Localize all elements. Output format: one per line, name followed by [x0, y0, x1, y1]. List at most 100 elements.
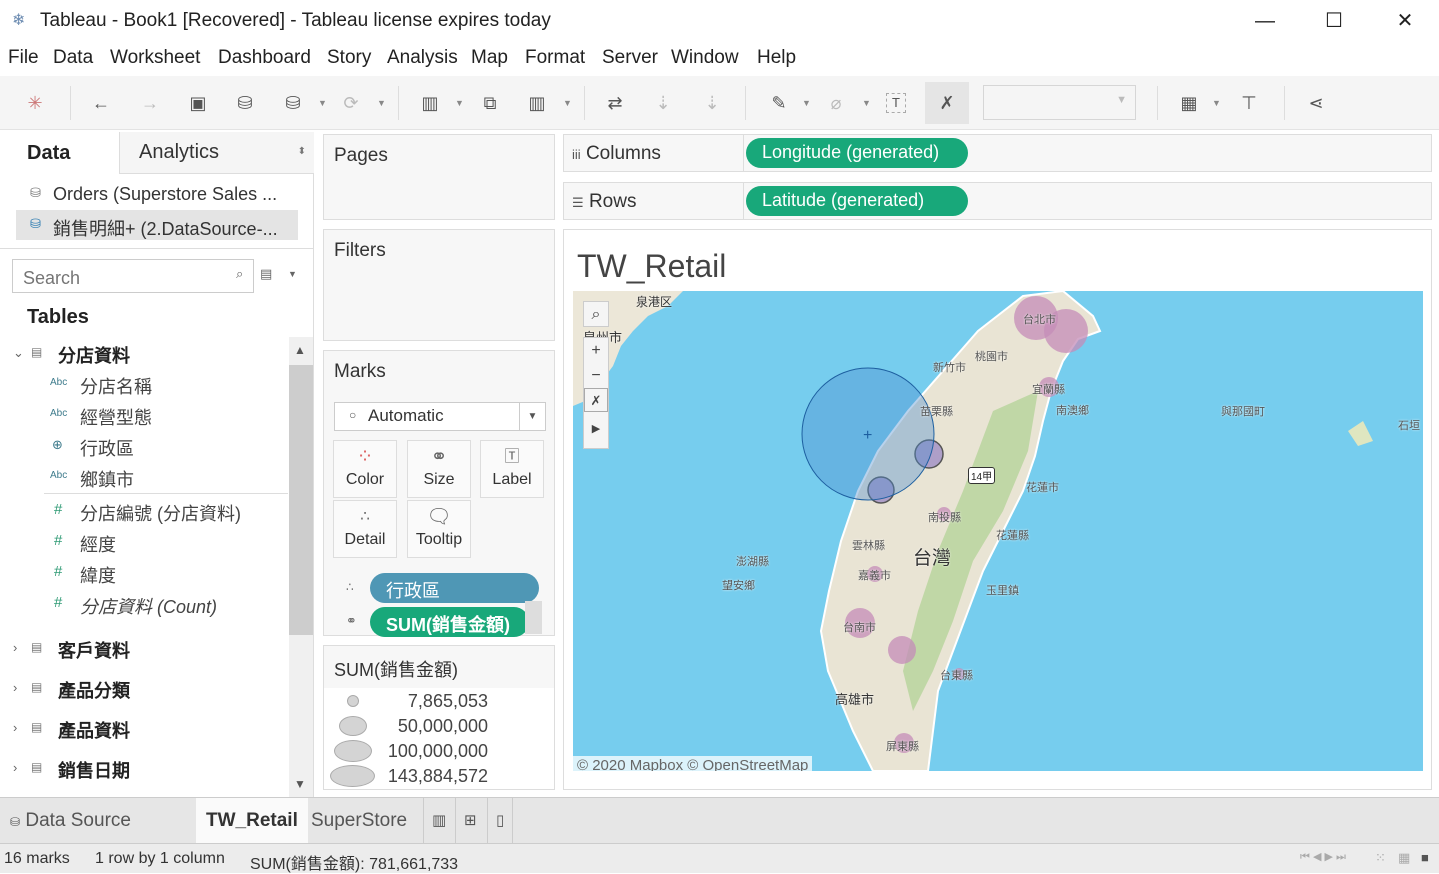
color-button[interactable]: ⁘ Color: [333, 440, 397, 498]
clear-sheet-icon[interactable]: ▥: [524, 90, 550, 116]
menu-map[interactable]: Map: [471, 47, 508, 69]
table-branch[interactable]: › ▤ 客戶資料: [0, 634, 290, 666]
mark-type-dropdown[interactable]: ○ Automatic ▼: [334, 402, 546, 431]
field-item[interactable]: Abc 分店名稱: [0, 370, 290, 400]
chevron-down-icon[interactable]: ⌄: [13, 345, 24, 361]
fit-dropdown[interactable]: ▼: [983, 85, 1136, 120]
refresh-icon[interactable]: ⟳: [338, 90, 364, 116]
new-worksheet-icon[interactable]: ▥: [417, 90, 443, 116]
field-item[interactable]: Abc 經營型態: [0, 401, 290, 431]
datasource-orders[interactable]: ⛁ Orders (Superstore Sales ...: [16, 179, 298, 209]
swap-icon[interactable]: ⇄: [602, 90, 628, 116]
share-icon[interactable]: ⋖: [1303, 90, 1329, 116]
field-item[interactable]: # 經度: [0, 528, 290, 558]
menu-window[interactable]: Window: [671, 47, 739, 69]
scroll-down-icon[interactable]: ▼: [294, 777, 306, 791]
chevron-right-icon[interactable]: ›: [13, 640, 17, 655]
single-view-icon[interactable]: ■: [1421, 850, 1429, 865]
menu-help[interactable]: Help: [757, 47, 796, 69]
sort-descending-icon[interactable]: ⇣: [699, 90, 725, 116]
zoom-out-icon[interactable]: −: [584, 363, 608, 388]
marks-pill-detail[interactable]: 行政區: [370, 573, 539, 603]
map-search-icon[interactable]: ⌕: [583, 301, 609, 327]
chevron-down-icon[interactable]: ▼: [318, 90, 327, 116]
menu-analysis[interactable]: Analysis: [387, 47, 458, 69]
filters-shelf[interactable]: Filters: [323, 229, 555, 341]
show-me-icon[interactable]: ▦: [1176, 90, 1202, 116]
rows-shelf[interactable]: ☰ Rows Latitude (generated): [563, 182, 1432, 220]
expand-icon[interactable]: ▶: [584, 412, 608, 446]
sheet-tab-superstore[interactable]: SuperStore: [301, 798, 417, 844]
marks-pill-size[interactable]: SUM(銷售金額): [370, 607, 529, 637]
menu-file[interactable]: File: [8, 47, 39, 69]
pause-updates-icon[interactable]: ⛁: [280, 90, 306, 116]
chevron-down-icon[interactable]: ▼: [377, 90, 386, 116]
redo-icon[interactable]: →: [137, 90, 163, 116]
search-input[interactable]: [12, 259, 254, 293]
grid-view-icon[interactable]: ⁙: [1375, 850, 1386, 866]
menu-format[interactable]: Format: [525, 47, 585, 69]
marks-scrollbar[interactable]: [525, 601, 542, 634]
rows-pill[interactable]: Latitude (generated): [746, 186, 968, 216]
tooltip-button[interactable]: 🗨 Tooltip: [407, 500, 471, 558]
new-dashboard-icon[interactable]: ⊞: [455, 798, 485, 844]
chevron-down-icon[interactable]: ▼: [862, 90, 871, 116]
menu-data[interactable]: Data: [53, 47, 93, 69]
scrollbar[interactable]: ▲ ▼: [289, 337, 313, 797]
maximize-button[interactable]: ☐: [1314, 8, 1354, 34]
label-button[interactable]: 🅃 Label: [480, 440, 544, 498]
chevron-down-icon[interactable]: ▼: [802, 90, 811, 116]
close-button[interactable]: ✕: [1385, 8, 1425, 34]
chevron-down-icon[interactable]: ▼: [1212, 90, 1221, 116]
sheet-tab-tw-retail[interactable]: TW_Retail: [196, 798, 308, 844]
group-icon[interactable]: ⌀: [823, 90, 849, 116]
table-branch[interactable]: › ▤ 銷售日期: [0, 754, 290, 786]
highlight-icon[interactable]: ✎: [766, 90, 792, 116]
tableau-logo-icon[interactable]: ✳: [22, 90, 48, 116]
map-attribution[interactable]: © 2020 Mapbox © OpenStreetMap: [573, 756, 813, 771]
map-mark[interactable]: [888, 636, 916, 664]
scroll-up-icon[interactable]: ▲: [294, 343, 306, 357]
menu-worksheet[interactable]: Worksheet: [110, 47, 200, 69]
data-source-tab[interactable]: ⛁ Data Source: [0, 798, 196, 844]
tab-analytics[interactable]: Analytics ⬍: [119, 132, 314, 174]
duplicate-sheet-icon[interactable]: ⧉: [477, 90, 503, 116]
page-nav-icons[interactable]: ⏮ ◀ ▶ ⏭: [1300, 850, 1346, 864]
field-item[interactable]: # 分店編號 (分店資料): [0, 497, 290, 527]
datasource-sales[interactable]: ⛁ 銷售明細+ (2.DataSource-...: [16, 210, 298, 240]
table-branch[interactable]: › ▤ 產品資料: [0, 714, 290, 746]
presentation-icon[interactable]: ⊤: [1236, 90, 1262, 116]
menu-story[interactable]: Story: [327, 47, 371, 69]
pages-shelf[interactable]: Pages: [323, 134, 555, 220]
menu-server[interactable]: Server: [602, 47, 658, 69]
unpin-icon[interactable]: ✗: [584, 388, 608, 412]
new-worksheet-icon[interactable]: ▥: [423, 798, 454, 844]
columns-pill[interactable]: Longitude (generated): [746, 138, 968, 168]
field-item[interactable]: # 緯度: [0, 559, 290, 589]
chevron-down-icon[interactable]: ▼: [288, 269, 297, 279]
size-button[interactable]: ⚭ Size: [407, 440, 471, 498]
chevron-down-icon[interactable]: ▼: [455, 90, 464, 116]
menu-dashboard[interactable]: Dashboard: [218, 47, 311, 69]
field-item[interactable]: ⊕ 行政區: [0, 432, 290, 462]
scrollbar-thumb[interactable]: [289, 365, 313, 635]
table-branch[interactable]: ⌄ ▤ 分店資料: [0, 339, 290, 371]
field-item[interactable]: Abc 鄉鎮市: [0, 463, 290, 493]
filmstrip-view-icon[interactable]: ▦: [1398, 850, 1410, 866]
new-datasource-icon[interactable]: ⛁: [232, 90, 258, 116]
columns-shelf[interactable]: iii Columns Longitude (generated): [563, 134, 1432, 172]
detail-button[interactable]: ∴ Detail: [333, 500, 397, 558]
search-icon[interactable]: ⌕: [236, 266, 243, 282]
field-item[interactable]: # 分店資料 (Count): [0, 590, 290, 620]
fix-axes-icon[interactable]: ✗: [925, 82, 969, 124]
table-branch[interactable]: › ▤ 產品分類: [0, 674, 290, 706]
list-view-icon[interactable]: ▤: [260, 266, 272, 282]
zoom-in-icon[interactable]: +: [584, 338, 608, 363]
chevron-right-icon[interactable]: ›: [13, 760, 17, 775]
sort-ascending-icon[interactable]: ⇣: [650, 90, 676, 116]
minimize-button[interactable]: —: [1245, 8, 1285, 34]
chevron-down-icon[interactable]: ▼: [563, 90, 572, 116]
map-view[interactable]: + 泉港区 泉州市 新竹市 桃園市 台北市 宜蘭縣 南澳鄉 苗栗縣 與那國町 石…: [573, 291, 1423, 771]
tab-data[interactable]: Data: [0, 132, 120, 174]
chevron-right-icon[interactable]: ›: [13, 720, 17, 735]
